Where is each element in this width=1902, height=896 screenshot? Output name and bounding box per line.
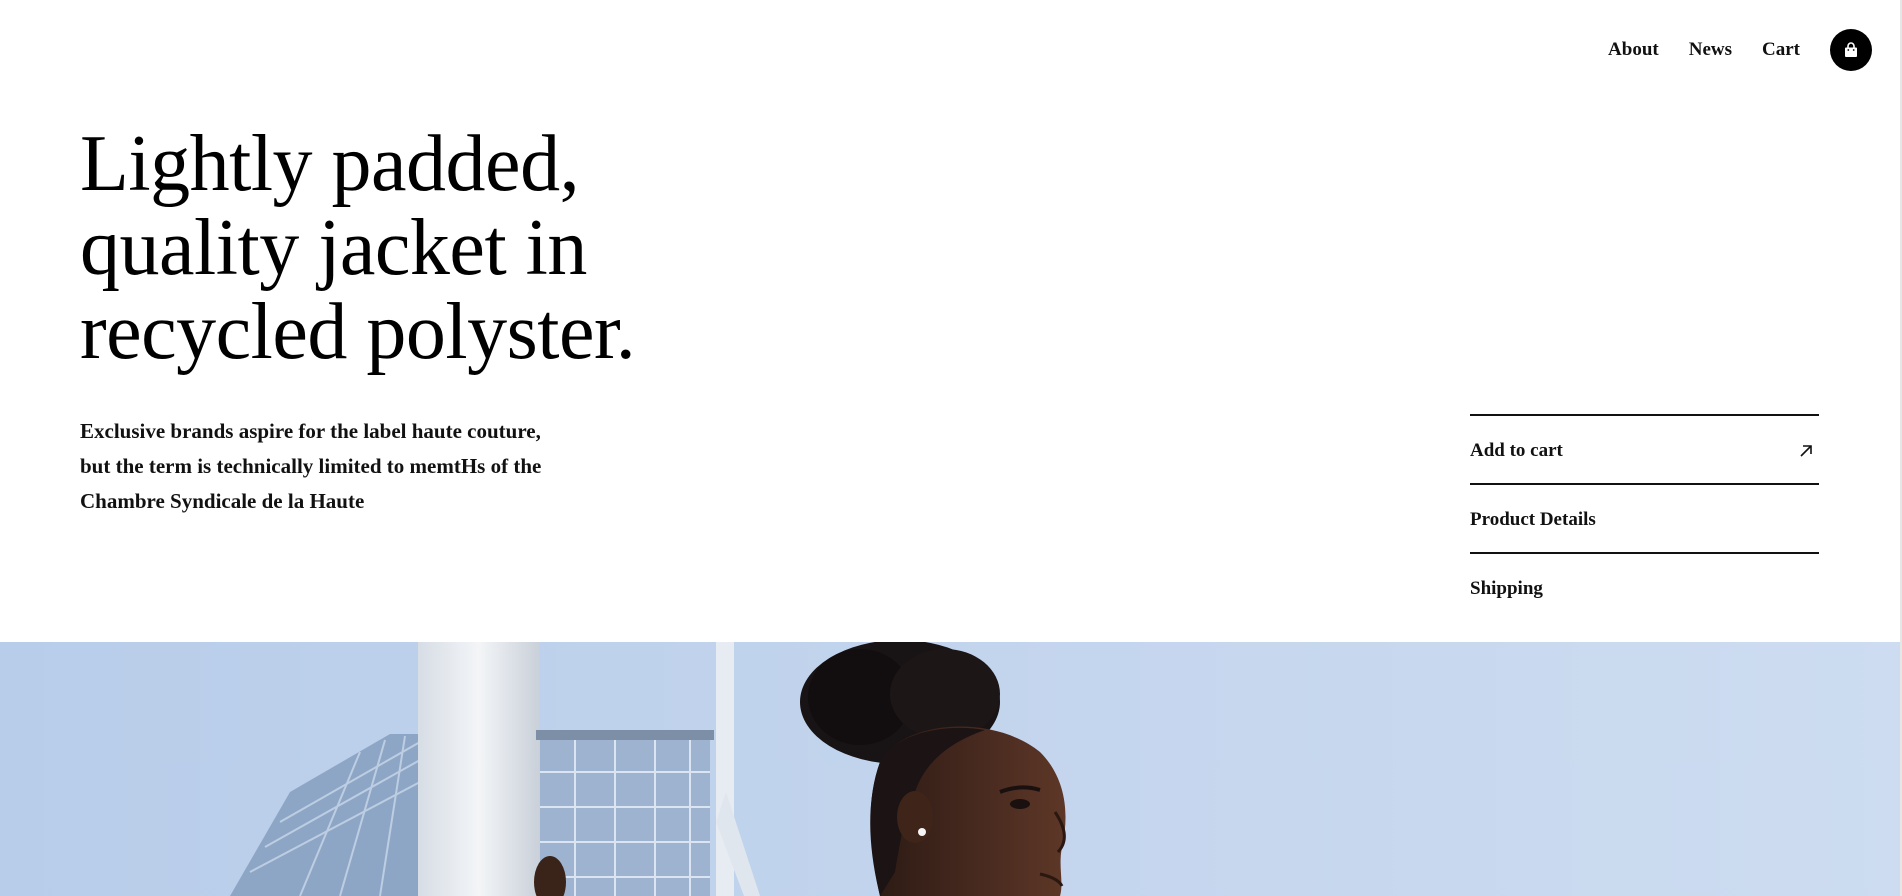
- add-to-cart-button[interactable]: Add to cart: [1470, 414, 1819, 483]
- product-page: About News Cart Lightly padded, quality …: [0, 0, 1902, 896]
- pole: [418, 642, 540, 896]
- product-hero-image: [0, 642, 1900, 896]
- product-headline: Lightly padded, quality jacket in recycl…: [80, 120, 636, 376]
- nav-link-news[interactable]: News: [1689, 28, 1732, 72]
- nav-link-cart[interactable]: Cart: [1762, 28, 1800, 72]
- hero-photo: [0, 642, 1900, 896]
- arrow-up-right-icon: [1800, 444, 1812, 457]
- cart-button[interactable]: [1830, 29, 1872, 71]
- product-details-toggle[interactable]: Product Details: [1470, 483, 1819, 552]
- shopping-bag-icon: [1845, 42, 1857, 57]
- product-details-label: Product Details: [1470, 508, 1596, 530]
- nav-link-about[interactable]: About: [1608, 28, 1659, 72]
- product-description: Exclusive brands aspire for the label ha…: [80, 419, 542, 513]
- add-to-cart-label: Add to cart: [1470, 439, 1563, 461]
- shipping-label: Shipping: [1470, 577, 1543, 599]
- header-nav: About News Cart: [1608, 28, 1872, 72]
- shipping-toggle[interactable]: Shipping: [1470, 552, 1819, 621]
- product-actions: Add to cart Product Details Shipping: [1470, 414, 1819, 621]
